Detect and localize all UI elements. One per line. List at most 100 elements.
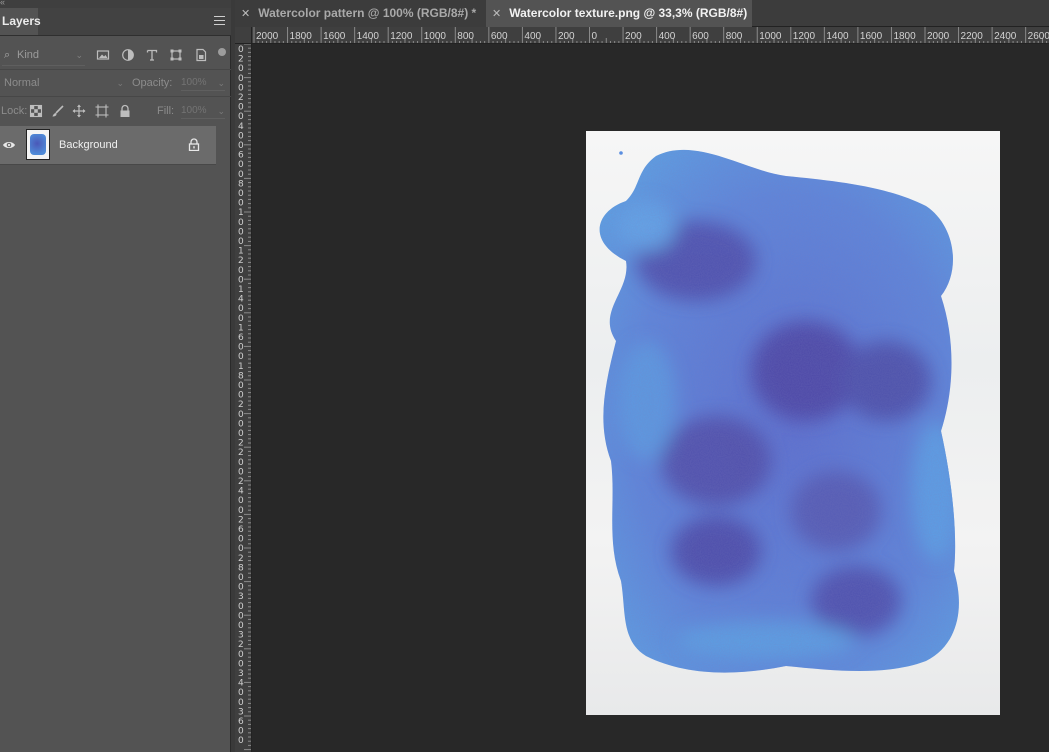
lock-all-icon[interactable] — [118, 104, 132, 118]
document-tab-watercolor-texture[interactable]: ✕ Watercolor texture.png @ 33,3% (RGB/8#) — [486, 0, 752, 27]
layer-name[interactable]: Background — [59, 139, 118, 151]
ruler-label: 0 — [238, 429, 244, 439]
ruler-label: 2 — [238, 515, 244, 525]
lock-transparent-pixels-icon[interactable] — [29, 104, 43, 118]
ruler-origin[interactable] — [235, 27, 252, 44]
ruler-label: 2000 — [256, 31, 279, 42]
ruler-label: 1600 — [323, 31, 346, 42]
document-tab-bar: ✕ Watercolor pattern @ 100% (RGB/8#) * ✕ W… — [235, 0, 1049, 27]
ruler-label: 8 — [238, 179, 244, 189]
ruler-label: 0 — [238, 391, 244, 401]
ruler-label: 0 — [238, 131, 244, 141]
panel-menu-icon[interactable] — [214, 16, 225, 25]
type-layer-filter-icon[interactable] — [145, 48, 159, 62]
horizontal-ruler-ticks: 2000 1800 1600 1400 1200 1000 800 600 400 200 0 200… — [253, 27, 1049, 43]
opacity-input[interactable]: 100% ⌄ — [181, 76, 225, 91]
lock-row: Lock: Fill: 100% ⌄ — [0, 101, 231, 121]
ruler-label: 1600 — [860, 31, 883, 42]
horizontal-ruler[interactable]: 2000 1800 1600 1400 1200 1000 800 600 400 200 0 200… — [252, 27, 1049, 44]
ruler-label: 4 — [238, 122, 244, 132]
chevron-down-icon: ⌄ — [217, 78, 225, 88]
ruler-label: 2 — [238, 439, 244, 449]
ruler-label: 0 — [238, 573, 244, 583]
fill-input[interactable]: 100% ⌄ — [181, 104, 225, 119]
ruler-label: 1200 — [390, 31, 413, 42]
ruler-label: 2600 — [1028, 31, 1049, 42]
ruler-label: 1 — [238, 323, 244, 333]
ruler-label: 0 — [238, 189, 244, 199]
ruler-label: 1800 — [893, 31, 916, 42]
ruler-label: 400 — [659, 31, 676, 42]
fill-label: Fill: — [157, 105, 175, 117]
ruler-label: 0 — [238, 74, 244, 84]
ruler-label: 0 — [238, 227, 244, 237]
chevron-down-icon: ⌄ — [217, 106, 225, 116]
document-tab-title: Watercolor pattern @ 100% (RGB/8#) * — [258, 6, 477, 20]
kind-filter-label: Kind — [17, 49, 40, 61]
ruler-label: 2 — [238, 55, 244, 65]
ruler-label: 0 — [238, 506, 244, 516]
watercolor-texture-image — [599, 149, 959, 673]
ruler-label: 0 — [238, 160, 244, 170]
lock-artboard-icon[interactable] — [95, 104, 109, 118]
opacity-value: 100% — [181, 77, 207, 88]
shape-layer-filter-icon[interactable] — [169, 48, 183, 62]
ruler-label: 600 — [692, 31, 709, 42]
divider — [0, 96, 231, 97]
ruler-label: 6 — [238, 525, 244, 535]
ruler-label: 1 — [238, 285, 244, 295]
ruler-label: 0 — [238, 611, 244, 621]
opacity-label: Opacity: — [132, 77, 173, 89]
close-icon[interactable]: ✕ — [241, 8, 250, 20]
eye-icon[interactable] — [2, 138, 16, 150]
layer-row-background[interactable]: Background — [0, 126, 216, 165]
vertical-ruler[interactable]: 0200020040060080010001200140016001800200… — [235, 44, 252, 752]
blend-mode-select[interactable]: Normal ⌄ — [4, 73, 126, 93]
blend-mode-value: Normal — [4, 77, 40, 89]
ruler-label: 0 — [238, 419, 244, 429]
layer-thumbnail[interactable] — [26, 129, 50, 160]
ruler-label: 0 — [238, 275, 244, 285]
close-icon[interactable]: ✕ — [492, 8, 501, 20]
ruler-label: 0 — [238, 237, 244, 247]
fill-value: 100% — [181, 105, 207, 116]
ruler-label: 0 — [238, 650, 244, 660]
ruler-label: 0 — [238, 621, 244, 631]
smart-object-filter-icon[interactable] — [194, 48, 208, 62]
lock-image-pixels-icon[interactable] — [51, 104, 65, 118]
filter-toggle-switch[interactable] — [218, 48, 226, 56]
ruler-label: 1800 — [290, 31, 313, 42]
ruler-label: 0 — [238, 352, 244, 362]
ruler-label: 1000 — [424, 31, 447, 42]
ruler-label: 0 — [238, 304, 244, 314]
ruler-label: 0 — [238, 410, 244, 420]
ruler-label: 0 — [238, 141, 244, 151]
ruler-label: 0 — [238, 199, 244, 209]
adjustment-layer-filter-icon[interactable] — [121, 48, 135, 62]
ruler-label: 1 — [238, 208, 244, 218]
kind-filter-select[interactable]: ⌕ Kind ⌄ — [2, 46, 85, 66]
ruler-label: 8 — [238, 371, 244, 381]
panel-tab-bar: Layers — [0, 8, 231, 36]
ruler-label: 2 — [238, 640, 244, 650]
divider — [0, 69, 231, 70]
ruler-label: 0 — [238, 343, 244, 353]
ruler-label: 2 — [238, 554, 244, 564]
canvas-area[interactable] — [252, 44, 1049, 752]
ruler-label: 0 — [238, 314, 244, 324]
ruler-label: 4 — [238, 295, 244, 305]
collapse-panel-icon[interactable]: « — [0, 0, 5, 7]
document-canvas[interactable] — [586, 131, 1000, 715]
ruler-label: 0 — [238, 535, 244, 545]
ruler-label: 0 — [238, 381, 244, 391]
ruler-label: 0 — [238, 458, 244, 468]
document-tab-watercolor-pattern[interactable]: ✕ Watercolor pattern @ 100% (RGB/8#) * — [235, 0, 486, 27]
document-tab-title: Watercolor texture.png @ 33,3% (RGB/8#) — [509, 6, 748, 20]
ruler-label: 3 — [238, 707, 244, 717]
ruler-label: 0 — [238, 83, 244, 93]
tab-layers[interactable]: Layers — [0, 8, 41, 35]
lock-position-icon[interactable] — [72, 104, 86, 118]
ruler-label: 1 — [238, 362, 244, 372]
pixel-layer-filter-icon[interactable] — [96, 48, 110, 62]
lock-label: Lock: — [1, 105, 28, 117]
